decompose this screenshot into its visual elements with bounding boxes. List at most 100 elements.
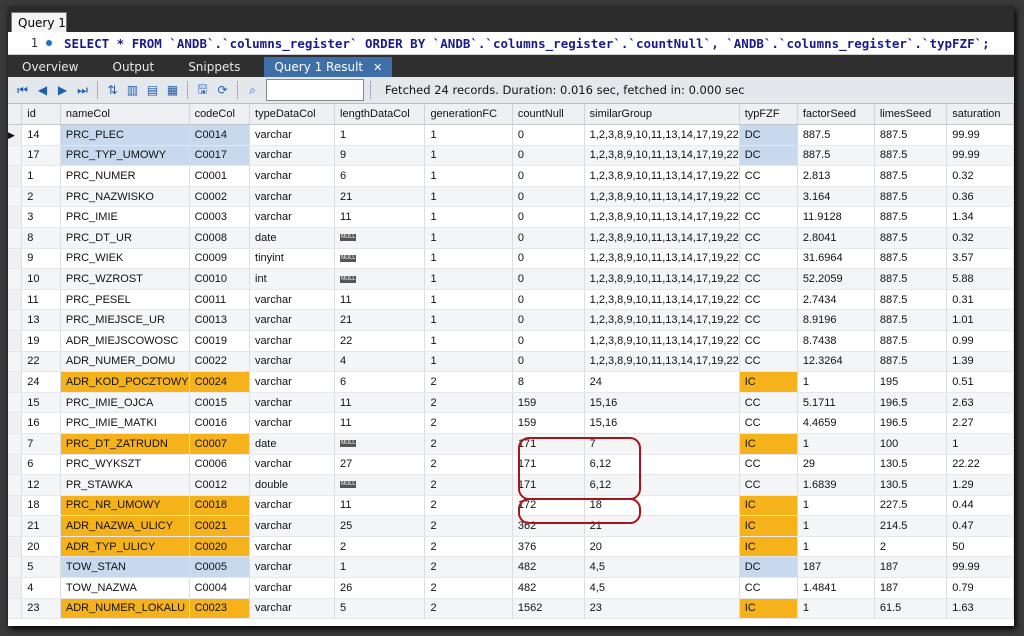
table-row[interactable]: 4 TOW_NAZWA C0004 varchar 26 2 482 4,5 CC 1.4841 1…	[8, 577, 1014, 599]
cell-countNull[interactable]: 159	[512, 412, 585, 434]
column-header-countNull[interactable]: countNull	[512, 104, 585, 125]
tab-query-1[interactable]: Query 1	[11, 12, 67, 32]
cell-id[interactable]: 2	[21, 186, 61, 208]
cell-similarGroup[interactable]: 1,2,3,8,9,10,11,13,14,17,19,22	[584, 309, 740, 331]
cell-saturation[interactable]: 1.63	[946, 598, 1014, 620]
cell-id[interactable]: 13	[21, 309, 61, 331]
cell-typeDataCol[interactable]: date	[249, 433, 336, 455]
cell-id[interactable]: 20	[21, 536, 61, 558]
cell-typeDataCol[interactable]: varchar	[249, 145, 336, 167]
cell-similarGroup[interactable]: 1,2,3,8,9,10,11,13,14,17,19,22	[584, 268, 740, 290]
cell-similarGroup[interactable]: 1,2,3,8,9,10,11,13,14,17,19,22	[584, 248, 740, 270]
cell-typeDataCol[interactable]: varchar	[249, 392, 336, 414]
cell-generationFC[interactable]: 1	[424, 186, 513, 208]
cell-similarGroup[interactable]: 1,2,3,8,9,10,11,13,14,17,19,22	[584, 186, 740, 208]
cell-codeCol[interactable]: C0014	[189, 124, 251, 146]
row-selector[interactable]	[8, 392, 23, 414]
table-row[interactable]: 9 PRC_WIEK C0009 tinyint NULL 1 0 1,2,3,8,9,10,…	[8, 248, 1014, 270]
cell-typFZF[interactable]: CC	[739, 392, 798, 414]
cell-codeCol[interactable]: C0005	[189, 556, 251, 579]
cell-factorSeed[interactable]: 1.4841	[797, 577, 875, 599]
cell-factorSeed[interactable]: 1	[797, 433, 875, 455]
cell-saturation[interactable]: 0.47	[946, 515, 1014, 537]
cell-nameCol[interactable]: PRC_DT_ZATRUDN	[60, 433, 190, 455]
table-row[interactable]: ▶ 14 PRC_PLEC C0014 varchar 1 1 0 1,2,3,8,9,10,1…	[8, 124, 1014, 146]
row-selector[interactable]	[8, 227, 23, 249]
cell-countNull[interactable]: 0	[512, 124, 585, 146]
cell-codeCol[interactable]: C0006	[189, 454, 251, 476]
cell-similarGroup[interactable]: 18	[584, 495, 740, 517]
cell-id[interactable]: 15	[21, 392, 61, 414]
cell-countNull[interactable]: 0	[512, 289, 585, 311]
cell-codeCol[interactable]: C0019	[189, 330, 251, 352]
cell-typFZF[interactable]: IC	[739, 371, 798, 393]
table-row[interactable]: 15 PRC_IMIE_OJCA C0015 varchar 11 2 159 15,16 CC…	[8, 392, 1014, 414]
cell-similarGroup[interactable]: 1,2,3,8,9,10,11,13,14,17,19,22	[584, 351, 740, 373]
cell-lengthDataCol[interactable]: 9	[334, 145, 426, 167]
row-selector[interactable]: ▶	[8, 124, 23, 146]
column-header-typFZF[interactable]: typFZF	[739, 104, 798, 125]
close-icon[interactable]: ✕	[373, 61, 382, 74]
table-row[interactable]: 20 ADR_TYP_ULICY C0020 varchar 2 2 376 20 IC 1 2 50	[8, 536, 1014, 558]
cell-lengthDataCol[interactable]: NULL	[334, 433, 426, 455]
cell-factorSeed[interactable]: 8.9196	[797, 309, 875, 331]
cell-limesSeed[interactable]: 887.5	[874, 227, 948, 249]
cell-codeCol[interactable]: C0002	[189, 186, 251, 208]
cell-countNull[interactable]: 0	[512, 330, 585, 352]
cell-codeCol[interactable]: C0021	[189, 515, 251, 537]
cell-typFZF[interactable]: CC	[739, 577, 798, 599]
cell-typeDataCol[interactable]: varchar	[249, 206, 336, 228]
cell-nameCol[interactable]: TOW_NAZWA	[60, 577, 190, 599]
cell-limesSeed[interactable]: 227.5	[874, 495, 948, 517]
column-header-id[interactable]: id	[21, 104, 61, 125]
cell-countNull[interactable]: 0	[512, 206, 585, 228]
cell-limesSeed[interactable]: 887.5	[874, 351, 948, 373]
cell-typFZF[interactable]: CC	[739, 186, 798, 208]
cell-limesSeed[interactable]: 61.5	[874, 598, 948, 620]
cell-id[interactable]: 8	[21, 227, 61, 249]
cell-typeDataCol[interactable]: varchar	[249, 309, 336, 331]
cell-similarGroup[interactable]: 21	[584, 515, 740, 537]
cell-id[interactable]: 18	[21, 495, 61, 517]
cell-saturation[interactable]: 0.32	[946, 165, 1014, 187]
cell-generationFC[interactable]: 1	[424, 165, 513, 187]
cell-factorSeed[interactable]: 8.7438	[797, 330, 875, 352]
row-selector[interactable]	[8, 495, 23, 517]
cell-nameCol[interactable]: PRC_MIEJSCE_UR	[60, 309, 190, 331]
cell-typeDataCol[interactable]: varchar	[249, 165, 336, 187]
cell-typFZF[interactable]: CC	[739, 248, 798, 270]
cell-typeDataCol[interactable]: varchar	[249, 124, 336, 146]
cell-factorSeed[interactable]: 11.9128	[797, 206, 875, 228]
cell-saturation[interactable]: 0.32	[946, 227, 1014, 249]
cell-generationFC[interactable]: 1	[424, 289, 513, 311]
cell-countNull[interactable]: 0	[512, 309, 585, 331]
cell-lengthDataCol[interactable]: NULL	[334, 268, 426, 290]
cell-countNull[interactable]: 376	[512, 536, 585, 558]
cell-lengthDataCol[interactable]: 11	[334, 495, 426, 517]
cell-similarGroup[interactable]: 1,2,3,8,9,10,11,13,14,17,19,22	[584, 289, 740, 311]
cell-lengthDataCol[interactable]: 4	[334, 351, 426, 373]
cell-saturation[interactable]: 50	[946, 536, 1014, 558]
cell-generationFC[interactable]: 2	[424, 495, 513, 517]
cell-saturation[interactable]: 0.31	[946, 289, 1014, 311]
cell-factorSeed[interactable]: 52.2059	[797, 268, 875, 290]
cell-typeDataCol[interactable]: tinyint	[249, 248, 336, 270]
cell-factorSeed[interactable]: 2.813	[797, 165, 875, 187]
cell-nameCol[interactable]: PRC_TYP_UMOWY	[60, 145, 190, 167]
cell-codeCol[interactable]: C0012	[189, 474, 251, 496]
row-selector[interactable]	[8, 454, 23, 476]
cell-typFZF[interactable]: CC	[739, 165, 798, 187]
cell-id[interactable]: 11	[21, 289, 61, 311]
cell-similarGroup[interactable]: 23	[584, 598, 740, 620]
cell-nameCol[interactable]: ADR_NUMER_LOKALU	[60, 598, 190, 620]
cell-similarGroup[interactable]: 6,12	[584, 454, 740, 476]
cell-lengthDataCol[interactable]: NULL	[334, 474, 426, 496]
table-row[interactable]: 6 PRC_WYKSZT C0006 varchar 27 2 171 6,12 CC 29 130…	[8, 454, 1014, 476]
cell-lengthDataCol[interactable]: 21	[334, 309, 426, 331]
cell-factorSeed[interactable]: 12.3264	[797, 351, 875, 373]
cell-countNull[interactable]: 0	[512, 268, 585, 290]
cell-factorSeed[interactable]: 887.5	[797, 145, 875, 167]
cell-typFZF[interactable]: DC	[739, 124, 798, 146]
cell-similarGroup[interactable]: 6,12	[584, 474, 740, 496]
cell-codeCol[interactable]: C0016	[189, 412, 251, 434]
